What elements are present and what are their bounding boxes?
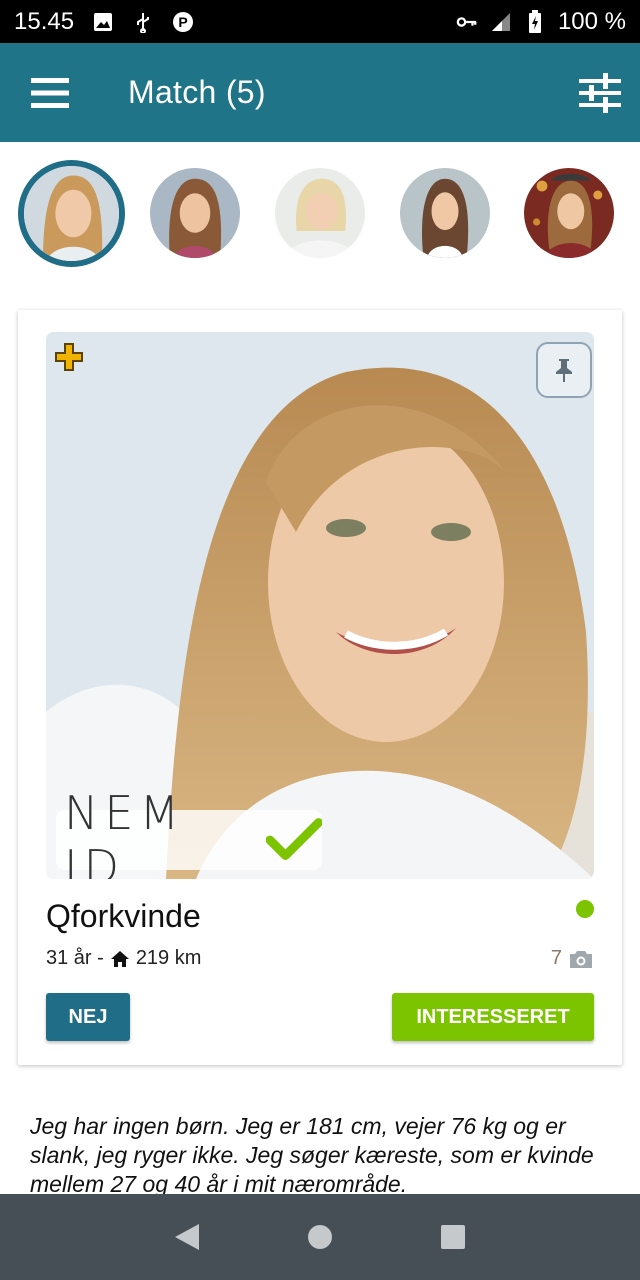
hamburger-menu-icon [31,77,69,108]
home-circle-icon [307,1225,332,1249]
match-avatar-3[interactable] [275,168,365,258]
online-status-indicator [576,900,594,918]
nemid-badge: NEM ID [56,786,322,879]
sliders-filter-icon [579,72,621,113]
svg-text:P: P [178,14,187,30]
pin-button[interactable] [536,342,592,398]
back-button[interactable] [157,1207,217,1267]
recents-button[interactable] [423,1207,483,1267]
parking-icon: P [172,11,194,33]
filter-button[interactable] [560,43,640,142]
back-icon [174,1224,199,1250]
home-icon [110,950,129,967]
menu-button[interactable] [0,43,100,142]
vpn-key-icon [456,11,478,33]
status-bar: 15.45 P 100 % [0,0,640,43]
image-icon [92,11,114,33]
profile-distance: 219 km [135,947,202,969]
reject-button[interactable]: NEJ [46,993,130,1041]
photo-count[interactable]: 7 [551,947,594,970]
match-avatar-4[interactable] [400,168,490,258]
profile-photo[interactable]: NEM ID [46,332,594,879]
match-avatar-1[interactable] [18,160,125,267]
battery-percent: 100 % [557,7,626,35]
nemid-badge-label: NEM ID [64,786,186,879]
page-title: Match (5) [128,74,266,110]
match-avatar-2[interactable] [150,168,240,258]
system-nav-bar [0,1194,640,1280]
pin-icon [556,359,572,382]
recents-icon [441,1225,466,1249]
signal-icon [490,11,512,33]
camera-icon [570,950,592,968]
profile-meta: 31 år - 219 km [46,947,201,970]
usb-icon [132,11,154,33]
battery-charging-icon [524,9,546,33]
interested-button[interactable]: INTERESSERET [392,993,594,1041]
plus-icon[interactable] [54,342,84,372]
profile-name: Qforkvinde [46,898,201,934]
photo-count-value: 7 [550,947,562,969]
home-button[interactable] [290,1207,350,1267]
check-icon [265,818,322,860]
match-avatar-5[interactable] [524,168,614,258]
profile-description: Jeg har ingen børn. Jeg er 181 cm, vejer… [30,1113,594,1194]
match-avatar-strip [0,158,640,273]
profile-card: NEM ID Qforkvinde 31 år - 219 km 7 NEJ I… [18,310,622,1065]
app-bar: Match (5) [0,43,640,142]
profile-age: 31 år - [46,947,104,969]
clock: 15.45 [14,7,75,35]
